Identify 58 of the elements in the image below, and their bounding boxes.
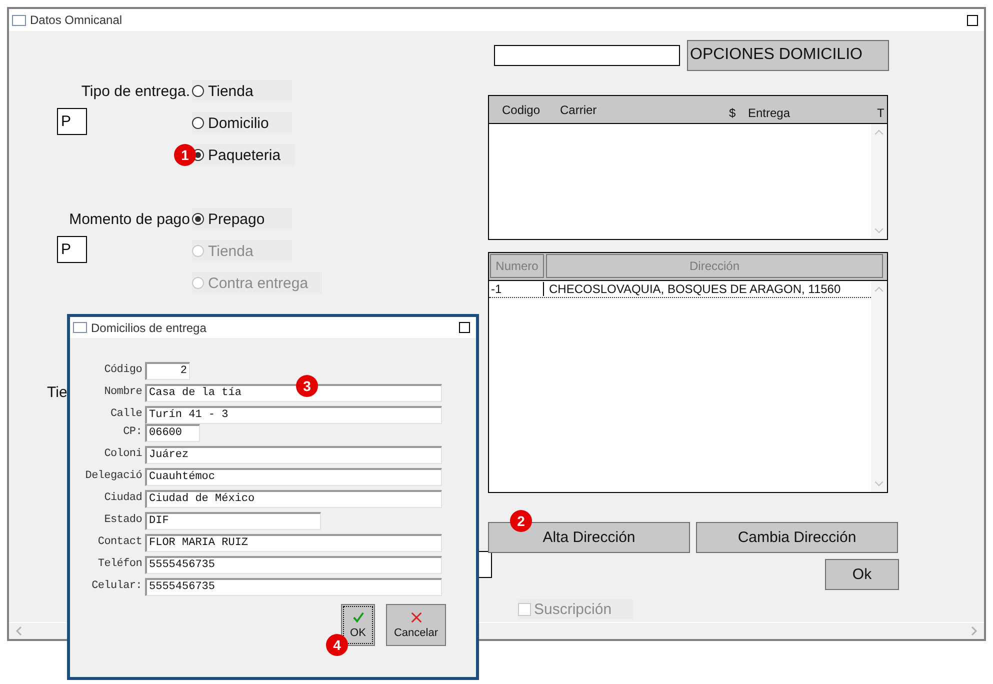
- table-cell-text: CHECOSLOVAQUIA, BOSQUES DE ARAGON, 11560: [548, 282, 841, 296]
- scroll-left-icon[interactable]: [15, 626, 23, 636]
- input-field[interactable]: 2: [145, 362, 190, 380]
- ok-button[interactable]: Ok: [825, 559, 899, 590]
- field-label: Coloni: [103, 447, 143, 462]
- step-badge: 3: [296, 375, 318, 397]
- ok-button[interactable]: OK: [341, 604, 375, 646]
- field-label: Delegació: [84, 469, 143, 484]
- field-label: Estado: [103, 513, 143, 528]
- field-label: CP:: [122, 425, 143, 440]
- group-label: Tipo de entrega.: [81, 82, 191, 100]
- radio-option[interactable]: Tienda: [192, 80, 292, 102]
- column-header[interactable]: Entrega: [748, 106, 790, 120]
- field-label: Celular:: [90, 579, 143, 594]
- field-label: Nombre: [103, 385, 143, 400]
- window-icon: [73, 322, 87, 333]
- search-field[interactable]: [494, 44, 680, 66]
- column-header[interactable]: T: [877, 106, 884, 120]
- field-label: Código: [103, 363, 143, 378]
- input-field[interactable]: P: [57, 236, 87, 263]
- address-button[interactable]: Cambia Dirección: [696, 522, 898, 553]
- input-field[interactable]: DIF: [145, 512, 321, 530]
- radio-option[interactable]: Paqueteria: [192, 144, 295, 166]
- input-field[interactable]: 5555456735: [145, 556, 442, 574]
- input-field[interactable]: FLOR MARIA RUIZ: [145, 534, 442, 552]
- cancel-button[interactable]: Cancelar: [386, 604, 446, 646]
- field-label: Tie: [47, 384, 68, 403]
- input-field[interactable]: Cuauhtémoc: [145, 468, 442, 486]
- maximize-button[interactable]: [459, 322, 470, 333]
- window-title: Datos Omnicanal: [30, 13, 124, 27]
- column-header[interactable]: Codigo: [502, 103, 540, 117]
- close-icon: [410, 611, 422, 624]
- field-label: Calle: [109, 407, 143, 422]
- step-badge: 4: [326, 634, 348, 656]
- field-label: Teléfon: [96, 557, 143, 572]
- input-field[interactable]: Juárez: [145, 446, 442, 464]
- radio-option[interactable]: Domicilio: [192, 112, 292, 134]
- group-label: Momento de pago: [69, 210, 191, 228]
- window-icon: [12, 14, 26, 26]
- input-field[interactable]: Turín 41 - 3: [145, 406, 442, 424]
- input-field[interactable]: 5555456735: [145, 578, 442, 596]
- column-header[interactable]: Carrier: [560, 103, 597, 117]
- table-row[interactable]: -1 CHECOSLOVAQUIA, BOSQUES DE ARAGON, 11560: [489, 281, 871, 298]
- column-header[interactable]: $: [729, 106, 736, 120]
- input-field[interactable]: 06600: [145, 424, 200, 442]
- step-badge: 1: [174, 144, 196, 166]
- scroll-right-icon[interactable]: [970, 626, 978, 636]
- input-field[interactable]: P: [57, 108, 87, 135]
- maximize-button[interactable]: [967, 14, 978, 26]
- dialog-title: Domicilios de entrega: [91, 320, 208, 334]
- radio-option[interactable]: Prepago: [192, 208, 292, 230]
- options-button[interactable]: OPCIONES DOMICILIO: [687, 40, 889, 70]
- field-label: Contact: [96, 535, 143, 550]
- check-icon: [352, 611, 364, 624]
- input-field[interactable]: Ciudad de México: [145, 490, 442, 508]
- table-cell: -1: [489, 282, 544, 296]
- field-label: Ciudad: [103, 491, 143, 506]
- step-badge: 2: [510, 510, 532, 532]
